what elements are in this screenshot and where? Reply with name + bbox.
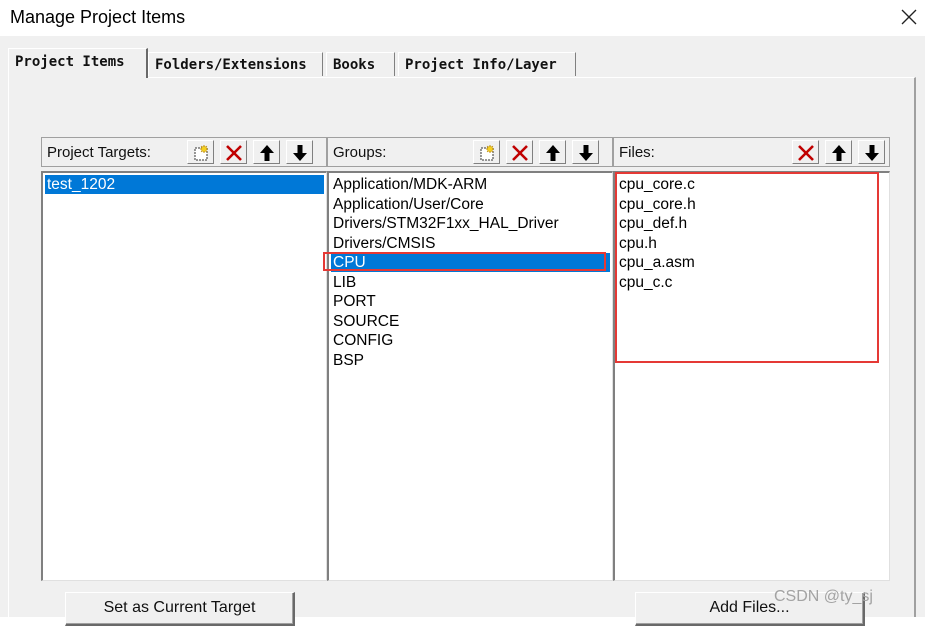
list-item[interactable]: cpu_def.h [617,214,887,233]
delete-icon [512,145,528,161]
tab-folders-extensions[interactable]: Folders/Extensions [148,52,323,76]
new-icon [480,144,495,161]
tab-books[interactable]: Books [326,52,395,76]
list-item[interactable]: cpu_core.h [617,195,887,214]
tab-label: Folders/Extensions [155,57,307,73]
list-item[interactable]: cpu.h [617,234,887,253]
delete-target-button[interactable] [220,140,247,164]
window-title: Manage Project Items [10,7,186,27]
targets-header: Project Targets: [41,137,327,167]
move-down-icon [865,145,879,161]
move-target-up-button[interactable] [253,140,280,164]
list-item[interactable]: CPU [331,253,610,272]
title-bar: Manage Project Items [0,0,925,36]
list-item[interactable]: Application/MDK-ARM [331,175,610,194]
list-item[interactable]: SOURCE [331,312,610,331]
list-item[interactable]: BSP [331,351,610,370]
move-up-icon [832,145,846,161]
list-item[interactable]: cpu_core.c [617,175,887,194]
list-item[interactable]: CONFIG [331,331,610,350]
files-header: Files: [613,137,890,167]
move-file-up-button[interactable] [825,140,852,164]
tab-label: Project Info/Layer [405,57,557,73]
move-group-down-button[interactable] [572,140,599,164]
groups-list[interactable]: Application/MDK-ARM Application/User/Cor… [327,171,613,581]
watermark: CSDN @ty_sj [774,588,873,605]
list-item[interactable]: Application/User/Core [331,195,610,214]
targets-label: Project Targets: [47,144,151,161]
new-group-button[interactable] [473,140,500,164]
delete-icon [798,145,814,161]
tab-label: Books [333,57,376,73]
move-target-down-button[interactable] [286,140,313,164]
list-item[interactable]: cpu_a.asm [617,253,887,272]
list-item[interactable]: PORT [331,292,610,311]
tab-project-items[interactable]: Project Items [8,48,148,78]
groups-label: Groups: [333,144,387,161]
close-button[interactable] [894,2,924,32]
button-label: Set as Current Target [103,599,256,616]
dialog-body: Project Items Folders/Extensions Books P… [0,36,925,626]
list-item[interactable]: Drivers/STM32F1xx_HAL_Driver [331,214,610,233]
close-icon [901,9,917,25]
new-icon [194,144,209,161]
list-item[interactable]: Drivers/CMSIS [331,234,610,253]
move-down-icon [293,145,307,161]
project-items-panel: Project Targets: test_1202 Set as Curren… [8,77,916,626]
delete-file-button[interactable] [792,140,819,164]
tab-label: Project Items [15,54,125,70]
targets-list[interactable]: test_1202 [41,171,327,581]
files-list[interactable]: cpu_core.c cpu_core.h cpu_def.h cpu.h cp… [613,171,890,581]
delete-icon [226,145,242,161]
list-item[interactable]: test_1202 [45,175,324,194]
new-target-button[interactable] [187,140,214,164]
list-item[interactable]: LIB [331,273,610,292]
tab-project-info-layer[interactable]: Project Info/Layer [398,52,576,76]
set-current-target-button[interactable]: Set as Current Target [65,592,295,626]
move-up-icon [260,145,274,161]
delete-group-button[interactable] [506,140,533,164]
move-group-up-button[interactable] [539,140,566,164]
files-label: Files: [619,144,655,161]
move-down-icon [579,145,593,161]
move-file-down-button[interactable] [858,140,885,164]
list-item[interactable]: cpu_c.c [617,273,887,292]
move-up-icon [546,145,560,161]
groups-header: Groups: [327,137,613,167]
